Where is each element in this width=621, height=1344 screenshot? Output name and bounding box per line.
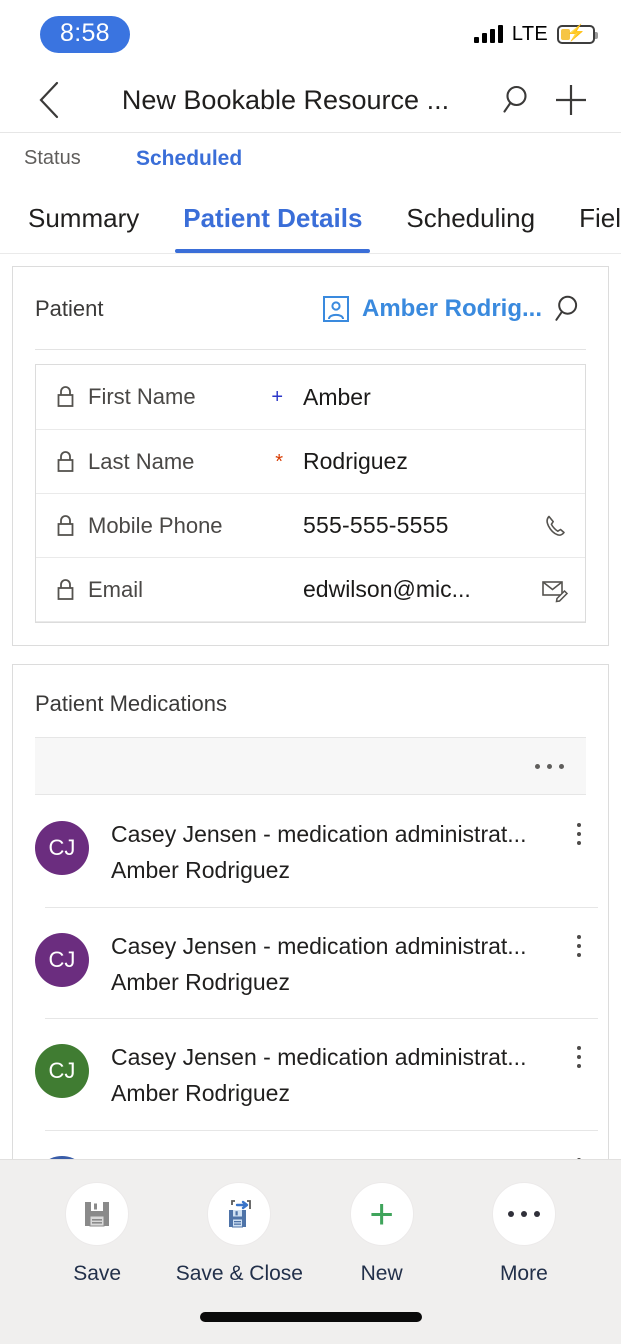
status-bar: 8:58 LTE ⚡: [0, 0, 621, 68]
avatar: CJ: [35, 933, 89, 987]
list-item[interactable]: CJ Casey Jensen - medication administrat…: [13, 1018, 608, 1130]
record-status-strip: Status Scheduled: [0, 132, 621, 184]
patient-lookup-search-icon[interactable]: [554, 293, 586, 325]
list-item-subtitle: Amber Rodriguez: [111, 1080, 566, 1108]
field-label: Email: [88, 577, 143, 603]
list-item-subtitle: Amber Rodriguez: [111, 969, 566, 997]
list-item-title: Casey Jensen - medication administrat...: [111, 1042, 566, 1073]
signal-bars-icon: [474, 25, 503, 43]
plus-icon: [553, 82, 589, 118]
more-button[interactable]: More: [453, 1182, 595, 1344]
patient-medications-card: Patient Medications CJ Casey Jensen - me…: [12, 664, 609, 1233]
field-label: Mobile Phone: [88, 513, 223, 539]
list-item-subtitle: Amber Rodriguez: [111, 857, 566, 885]
lock-icon: [56, 578, 84, 602]
field-value-mobile-phone[interactable]: 555-555-5555: [287, 512, 525, 539]
patient-lookup-value[interactable]: Amber Rodrig...: [362, 295, 542, 323]
contact-card-icon: [322, 295, 350, 323]
save-and-close-label: Save & Close: [176, 1262, 303, 1286]
avatar: CJ: [35, 821, 89, 875]
patient-lookup-label: Patient: [35, 296, 104, 322]
app-header: New Bookable Resource ...: [0, 68, 621, 132]
field-value-email[interactable]: edwilson@mic...: [287, 576, 525, 603]
back-button[interactable]: [26, 77, 72, 123]
field-row-mobile-phone[interactable]: Mobile Phone 555-555-5555: [36, 493, 585, 557]
section-title: Patient Medications: [13, 665, 608, 737]
more-horizontal-icon[interactable]: [535, 764, 564, 769]
field-row-email[interactable]: Email edwilson@mic...: [36, 557, 585, 621]
status-bar-indicators: LTE ⚡: [474, 23, 595, 46]
battery-charging-icon: ⚡: [557, 25, 595, 44]
tab-scheduling[interactable]: Scheduling: [384, 184, 557, 253]
home-indicator: [200, 1312, 422, 1322]
lock-icon: [56, 514, 84, 538]
tab-bar[interactable]: Summary Patient Details Scheduling Field…: [0, 184, 621, 254]
new-label: New: [361, 1262, 403, 1286]
save-label: Save: [73, 1262, 121, 1286]
network-type-label: LTE: [512, 23, 548, 46]
field-label: Last Name: [88, 449, 194, 475]
patient-card: Patient Amber Rodrig...: [12, 266, 609, 646]
save-icon: [81, 1198, 113, 1230]
header-add-button[interactable]: [545, 74, 597, 126]
avatar: CJ: [35, 1044, 89, 1098]
list-item-title: Casey Jensen - medication administrat...: [111, 931, 566, 962]
app-window: 8:58 LTE ⚡ New Bookable Resource ...: [0, 0, 621, 1344]
lock-icon: [56, 450, 84, 474]
status-value[interactable]: Scheduled: [136, 147, 242, 171]
more-horizontal-icon: [508, 1211, 540, 1217]
field-label: First Name: [88, 384, 196, 410]
list-item[interactable]: CJ Casey Jensen - medication administrat…: [13, 907, 608, 1019]
more-label: More: [500, 1262, 548, 1286]
save-and-close-icon: [222, 1197, 256, 1231]
field-row-first-name[interactable]: First Name + Amber: [36, 365, 585, 429]
patient-lookup-row[interactable]: Patient Amber Rodrig...: [13, 267, 608, 349]
save-button[interactable]: Save: [26, 1182, 168, 1344]
tab-field-service[interactable]: Field S: [557, 184, 621, 253]
chevron-left-icon: [38, 81, 60, 119]
divider: [35, 349, 586, 350]
phone-icon[interactable]: [525, 513, 569, 539]
email-compose-icon[interactable]: [525, 577, 569, 603]
patient-fields-group: First Name + Amber Last Name * Ro: [35, 364, 586, 623]
status-bar-time: 8:58: [40, 16, 130, 53]
tab-patient-details[interactable]: Patient Details: [161, 184, 384, 253]
header-search-button[interactable]: [493, 74, 545, 126]
more-vertical-icon[interactable]: [566, 819, 592, 845]
field-row-last-name[interactable]: Last Name * Rodriguez: [36, 429, 585, 493]
more-vertical-icon[interactable]: [566, 1042, 592, 1068]
plus-icon: +: [369, 1193, 394, 1235]
subgrid-command-bar[interactable]: [35, 737, 586, 795]
field-value-last-name[interactable]: Rodriguez: [287, 448, 525, 475]
list-item-title: Casey Jensen - medication administrat...: [111, 819, 566, 850]
lock-icon: [56, 385, 84, 409]
more-vertical-icon[interactable]: [566, 931, 592, 957]
status-label: Status: [24, 147, 136, 170]
search-icon: [502, 83, 536, 117]
list-item[interactable]: CJ Casey Jensen - medication administrat…: [13, 795, 608, 907]
tab-summary[interactable]: Summary: [24, 184, 161, 253]
field-value-first-name[interactable]: Amber: [287, 384, 525, 411]
page-title: New Bookable Resource ...: [72, 85, 493, 116]
